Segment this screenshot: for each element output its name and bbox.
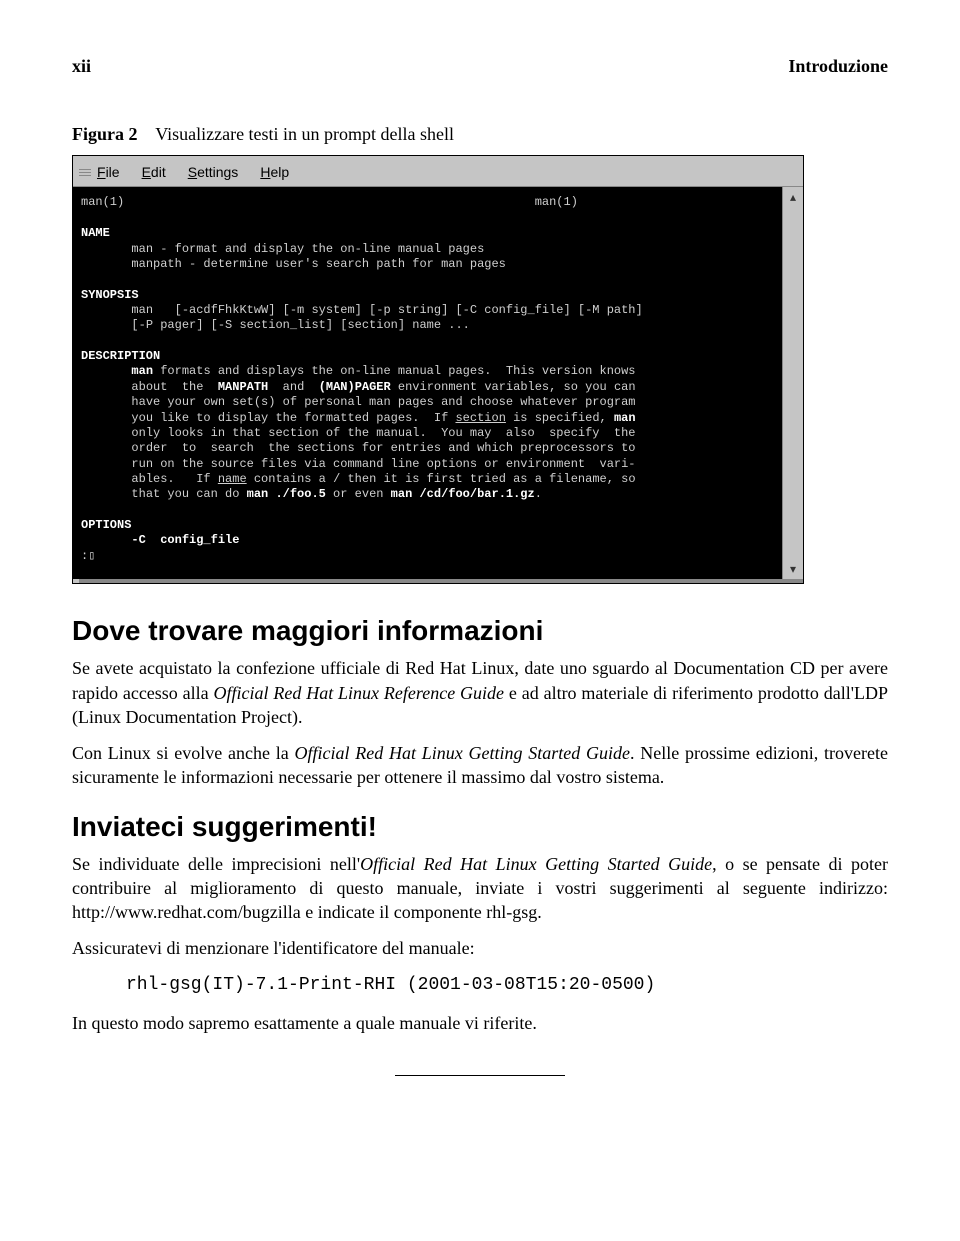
terminal-output: man(1) man(1) NAME man - format and disp… <box>73 187 782 579</box>
menu-help[interactable]: Help <box>260 163 289 182</box>
scroll-down-icon[interactable]: ▾ <box>790 559 796 579</box>
paragraph: Se individuate delle imprecisioni nell'O… <box>72 852 888 925</box>
page-number: xii <box>72 54 91 78</box>
window-handle-icon <box>79 163 91 182</box>
paragraph: Se avete acquistato la confezione uffici… <box>72 656 888 729</box>
paragraph: In questo modo sapremo esattamente a qua… <box>72 1011 888 1035</box>
footer-divider <box>395 1075 565 1076</box>
page-header: xii Introduzione <box>72 54 888 78</box>
paragraph: Assicuratevi di menzionare l'identificat… <box>72 936 888 960</box>
page-section-title: Introduzione <box>788 54 888 78</box>
terminal-window: File Edit Settings Help man(1) man(1) NA… <box>72 155 804 585</box>
terminal-scrollbar[interactable]: ▴ ▾ <box>782 187 803 579</box>
section-heading-feedback: Inviateci suggerimenti! <box>72 808 888 846</box>
menu-edit[interactable]: Edit <box>142 163 166 182</box>
menu-settings[interactable]: Settings <box>188 163 239 182</box>
scroll-up-icon[interactable]: ▴ <box>790 187 796 207</box>
manual-identifier-code: rhl-gsg(IT)-7.1-Print-RHI (2001-03-08T15… <box>126 973 888 997</box>
terminal-cursor-icon: ▯ <box>88 549 95 563</box>
paragraph: Con Linux si evolve anche la Official Re… <box>72 741 888 790</box>
menu-file[interactable]: File <box>97 163 120 182</box>
figure-caption-text: Visualizzare testi in un prompt della sh… <box>155 124 454 144</box>
terminal-menubar: File Edit Settings Help <box>73 160 803 188</box>
figure-caption: Figura 2 Visualizzare testi in un prompt… <box>72 122 888 146</box>
figure-label: Figura 2 <box>72 124 138 144</box>
section-heading-info: Dove trovare maggiori informazioni <box>72 612 888 650</box>
